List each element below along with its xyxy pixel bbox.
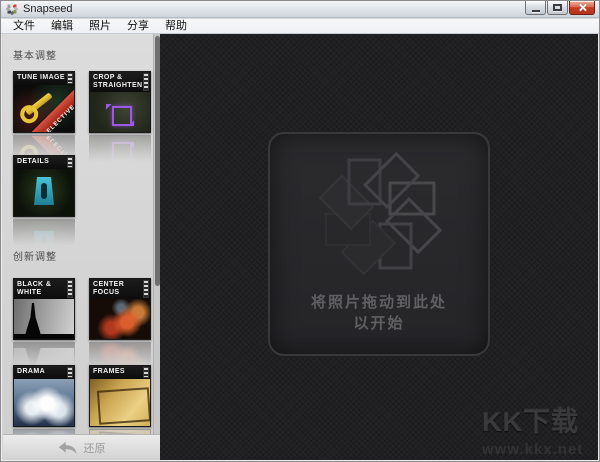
tile-art [14, 299, 74, 339]
menu-file[interactable]: 文件 [5, 19, 43, 34]
ground-silhouette [14, 334, 74, 339]
undo-arrow-icon [58, 441, 76, 454]
filter-tile-tune-image[interactable]: TUNE IMAGE SELECTIVE [13, 71, 75, 133]
wrench-icon [25, 92, 53, 116]
watermark-title: KK下载 [482, 407, 579, 437]
tile-label: TUNE IMAGE [17, 74, 65, 81]
filter-tile-center-focus[interactable]: CENTER FOCUS [89, 278, 151, 340]
filter-sidebar: 基本调整 TUNE IMAGE SELECTIVE CROP & STRAIGH… [3, 34, 153, 434]
tile-label: CENTER FOCUS [93, 281, 125, 296]
app-icon [6, 3, 18, 15]
drop-hint-line2: 以开始 [353, 315, 405, 332]
filmstrip-icon [143, 367, 149, 378]
tile-label: FRAMES [93, 368, 125, 375]
tile-header: TUNE IMAGE [14, 72, 74, 85]
content-area: 基本调整 TUNE IMAGE SELECTIVE CROP & STRAIGH… [1, 34, 599, 461]
menu-photo[interactable]: 照片 [81, 19, 119, 34]
crop-icon [112, 106, 132, 126]
filmstrip-icon [143, 280, 149, 298]
minimize-button[interactable] [525, 1, 546, 15]
tile-header: DRAMA [14, 366, 74, 379]
filmstrip-icon [67, 157, 73, 168]
tile-header: BLACK & WHITE [14, 279, 74, 299]
tile-label: CROP & STRAIGHTEN [93, 74, 143, 89]
maximize-icon [553, 4, 562, 11]
window-title: Snapseed [23, 3, 73, 15]
drop-zone[interactable]: 将照片拖动到此处 以开始 [268, 132, 490, 356]
tile-art [14, 379, 74, 426]
tile-art [90, 379, 150, 426]
drop-hint: 将照片拖动到此处 以开始 [270, 292, 488, 334]
tile-art [90, 92, 150, 132]
maximize-button[interactable] [547, 1, 568, 15]
filmstrip-icon [67, 73, 73, 84]
section-basic-adjustments: 基本调整 [13, 51, 57, 62]
close-icon [578, 3, 587, 12]
menu-share[interactable]: 分享 [119, 19, 157, 34]
watermark-url: www.kkx.net [482, 441, 584, 458]
drop-hint-line1: 将照片拖动到此处 [310, 294, 447, 311]
watermark: KK下载 www.kkx.net [482, 400, 598, 458]
crop-arrow-icon [100, 98, 112, 110]
photo-canvas: 将照片拖动到此处 以开始 KK下载 www.kkx.net [160, 34, 598, 460]
tile-art [90, 299, 150, 339]
tile-label: DRAMA [17, 368, 46, 375]
filter-tile-black-white[interactable]: BLACK & WHITE [13, 278, 75, 340]
filter-tile-details[interactable]: DETAILS [13, 155, 75, 217]
snapseed-window: Snapseed 文件 编辑 照片 分享 帮助 基本调整 TUNE IMAGE [0, 0, 600, 462]
filmstrip-icon [67, 280, 73, 298]
filter-tile-crop-straighten[interactable]: CROP & STRAIGHTEN [89, 71, 151, 133]
tile-header: DETAILS [14, 156, 74, 169]
sharpener-icon [34, 177, 54, 205]
close-button[interactable] [569, 1, 595, 15]
tile-header: FRAMES [90, 366, 150, 379]
revert-bar[interactable]: 还原 [3, 434, 160, 460]
tile-label: DETAILS [17, 158, 50, 165]
frame-line [96, 387, 150, 425]
snapseed-pinwheel-logo [318, 151, 443, 276]
ribbon-label: SELECTIVE [42, 104, 74, 132]
filmstrip-icon [67, 367, 73, 378]
section-creative-adjustments: 创新调整 [13, 252, 57, 263]
filter-tile-drama[interactable]: DRAMA [13, 365, 75, 427]
tile-art [14, 169, 74, 216]
menu-help[interactable]: 帮助 [157, 19, 195, 34]
menu-edit[interactable]: 编辑 [43, 19, 81, 34]
minimize-icon [531, 9, 540, 12]
sidebar-scrollbar[interactable] [153, 34, 160, 434]
tile-header: CENTER FOCUS [90, 279, 150, 299]
title-bar: Snapseed [1, 1, 599, 18]
revert-label: 还原 [83, 442, 106, 455]
filmstrip-icon [143, 73, 149, 91]
filter-tile-frames[interactable]: FRAMES [89, 365, 151, 427]
window-controls [525, 1, 595, 15]
tile-header: CROP & STRAIGHTEN [90, 72, 150, 92]
tile-label: BLACK & WHITE [17, 281, 52, 296]
tile-art: SELECTIVE [14, 85, 74, 132]
menu-bar: 文件 编辑 照片 分享 帮助 [1, 19, 599, 34]
